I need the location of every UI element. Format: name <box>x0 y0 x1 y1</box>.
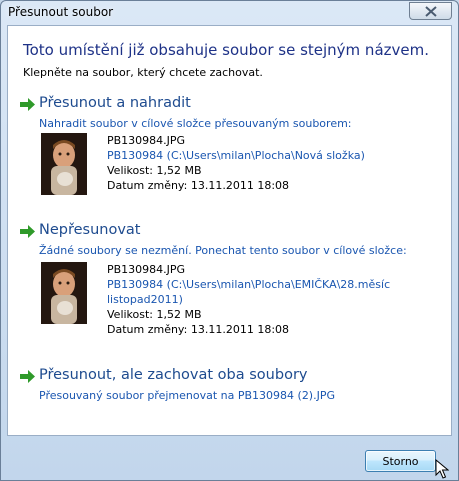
photo-thumbnail <box>41 262 87 324</box>
file-size: Velikost: 1,52 MB <box>107 164 202 177</box>
option-description: Přesouvaný soubor přejmenovat na PB13098… <box>39 389 336 402</box>
option-description: Žádné soubory se nezmění. Ponechat tento… <box>39 244 407 257</box>
option-do-not-move[interactable]: Nepřesunovat Žádné soubory se nezmění. P… <box>20 222 440 342</box>
option-title: Přesunout a nahradit <box>39 95 191 111</box>
dialog-instruction: Klepněte na soubor, který chcete zachova… <box>23 66 263 79</box>
cancel-button[interactable]: Storno <box>365 450 436 472</box>
file-path-continued: listopad2011) <box>107 293 183 306</box>
file-path: PB130984 (C:\Users\milan\Plocha\EMIČKA\2… <box>107 278 391 291</box>
photo-thumbnail <box>41 133 87 195</box>
mouse-cursor-icon <box>435 459 449 479</box>
dialog-content: Toto umístění již obsahuje soubor se ste… <box>7 25 452 436</box>
green-arrow-icon <box>20 98 35 111</box>
option-keep-both[interactable]: Přesunout, ale zachovat oba soubory Přes… <box>20 367 440 407</box>
title-bar[interactable]: Přesunout soubor <box>1 1 458 25</box>
dialog-heading: Toto umístění již obsahuje soubor se ste… <box>23 41 429 59</box>
green-arrow-icon <box>20 225 35 238</box>
option-title: Nepřesunovat <box>39 222 141 238</box>
option-move-and-replace[interactable]: Přesunout a nahradit Nahradit soubor v c… <box>20 95 440 215</box>
close-icon <box>425 6 437 17</box>
option-description: Nahradit soubor v cílové složce přesouva… <box>39 117 352 130</box>
close-button[interactable] <box>409 2 452 20</box>
file-name: PB130984.JPG <box>107 134 186 147</box>
file-modified: Datum změny: 13.11.2011 18:08 <box>107 179 290 192</box>
file-info: PB130984.JPG PB130984 (C:\Users\milan\Pl… <box>107 262 390 337</box>
file-modified: Datum změny: 13.11.2011 18:08 <box>107 323 290 336</box>
file-info: PB130984.JPG PB130984 (C:\Users\milan\Pl… <box>107 133 365 193</box>
file-path: PB130984 (C:\Users\milan\Plocha\Nová slo… <box>107 149 365 162</box>
green-arrow-icon <box>20 370 35 383</box>
window-title: Přesunout soubor <box>8 5 114 19</box>
dialog-window: Přesunout soubor Toto umístění již obsah… <box>0 0 459 481</box>
dialog-footer: Storno <box>1 437 458 480</box>
option-title: Přesunout, ale zachovat oba soubory <box>39 367 308 383</box>
file-name: PB130984.JPG <box>107 263 186 276</box>
file-size: Velikost: 1,52 MB <box>107 308 202 321</box>
